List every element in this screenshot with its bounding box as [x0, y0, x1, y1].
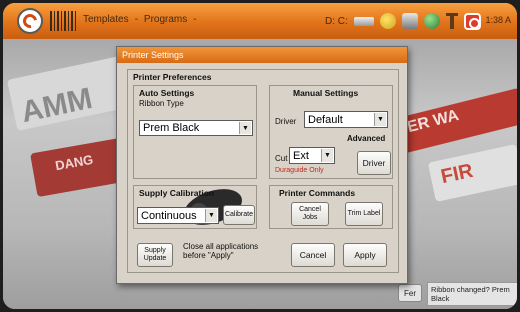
app-frame: Templates - Programs - D: C: 1:38 A AMM DAN…	[3, 3, 517, 309]
brand-swirl-icon	[20, 11, 40, 31]
power-alert-icon[interactable]	[463, 12, 481, 30]
barcode-icon[interactable]	[50, 11, 76, 31]
dropdown-arrow-icon: ▼	[239, 122, 251, 134]
driver-select[interactable]: Default ▼	[304, 111, 388, 128]
supply-update-button[interactable]: Supply Update	[137, 243, 173, 267]
driver-value: Default	[308, 113, 343, 126]
advanced-label: Advanced	[347, 134, 386, 143]
breadcrumb-separator: -	[193, 14, 197, 25]
manual-settings-label: Manual Settings	[293, 88, 359, 98]
status-button[interactable]: Fer	[398, 284, 422, 302]
supply-calibration-select[interactable]: Continuous ▼	[137, 207, 219, 224]
duraguide-only-label: Duraguide Only	[275, 167, 324, 174]
cancel-button[interactable]: Cancel	[291, 243, 335, 267]
printer-preferences-label: Printer Preferences	[133, 72, 212, 82]
dropdown-arrow-icon: ▼	[374, 113, 386, 126]
drive-icon[interactable]	[353, 16, 374, 26]
cut-label: Cut	[275, 154, 288, 163]
cancel-jobs-button[interactable]: Cancel Jobs	[291, 202, 329, 226]
printer-icon[interactable]	[401, 13, 418, 29]
apply-button[interactable]: Apply	[343, 243, 387, 267]
apply-note: Close all applications before "Apply"	[183, 242, 259, 260]
auto-settings-label: Auto Settings	[139, 88, 195, 98]
driver-button[interactable]: Driver	[357, 151, 391, 175]
ribbon-type-label: Ribbon Type	[139, 99, 184, 108]
breadcrumb-programs[interactable]: Programs	[144, 14, 187, 25]
ribbon-type-value: Prem Black	[143, 122, 200, 134]
ribbon-type-select[interactable]: Prem Black ▼	[139, 120, 253, 136]
breadcrumb: Templates - Programs -	[83, 14, 203, 25]
driver-label: Driver	[275, 117, 297, 126]
trim-label-button[interactable]: Trim Label	[345, 202, 383, 226]
dropdown-arrow-icon: ▼	[321, 149, 333, 162]
top-bar: Templates - Programs - D: C: 1:38 A	[3, 3, 517, 39]
breadcrumb-templates[interactable]: Templates	[83, 14, 129, 25]
antenna-icon[interactable]	[445, 13, 458, 29]
calibrate-button[interactable]: Calibrate	[223, 205, 255, 225]
dialog-title: Printer Settings	[117, 47, 407, 63]
cut-value: Ext	[293, 149, 309, 162]
printer-commands-label: Printer Commands	[279, 188, 356, 198]
document-icon[interactable]	[379, 13, 396, 29]
cut-select[interactable]: Ext ▼	[289, 147, 335, 164]
clock: 1:38 A	[485, 15, 511, 25]
drive-letters: D: C:	[325, 15, 348, 27]
globe-icon[interactable]	[423, 13, 440, 29]
status-message: Ribbon changed? Prem Black	[427, 282, 517, 306]
dropdown-arrow-icon: ▼	[205, 209, 217, 222]
home-button[interactable]	[17, 8, 43, 34]
supply-calibration-value: Continuous	[141, 209, 197, 222]
printer-settings-dialog: Printer Settings Printer Preferences Aut…	[116, 46, 408, 284]
system-tray: D: C:	[325, 10, 481, 32]
supply-calibration-label: Supply Calibration	[139, 188, 215, 198]
breadcrumb-separator: -	[134, 14, 138, 25]
